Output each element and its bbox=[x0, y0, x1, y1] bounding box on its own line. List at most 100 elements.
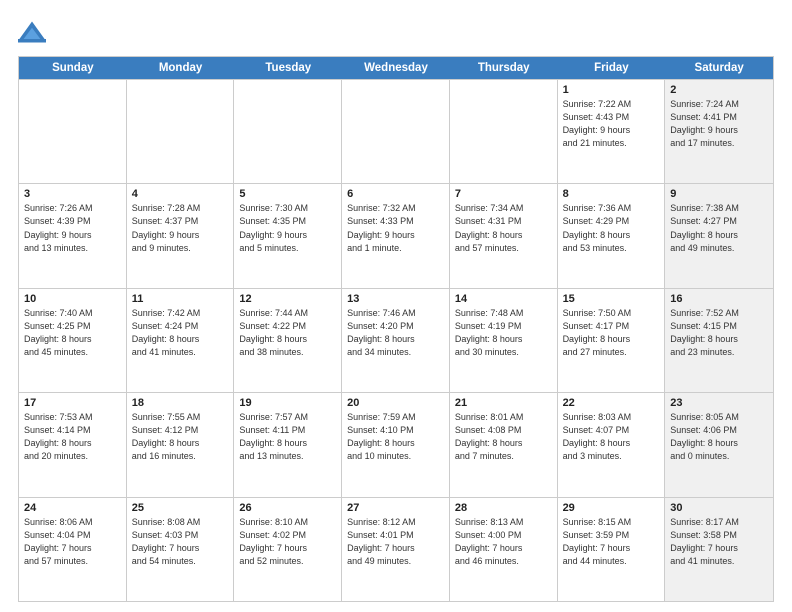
day-info: Sunrise: 7:44 AM Sunset: 4:22 PM Dayligh… bbox=[239, 307, 336, 359]
cal-cell-0-1 bbox=[127, 80, 235, 183]
day-info: Sunrise: 7:46 AM Sunset: 4:20 PM Dayligh… bbox=[347, 307, 444, 359]
cal-cell-2-0: 10 Sunrise: 7:40 AM Sunset: 4:25 PM Dayli… bbox=[19, 289, 127, 392]
cal-cell-0-6: 2 Sunrise: 7:24 AM Sunset: 4:41 PM Daylig… bbox=[665, 80, 773, 183]
day-info: Sunrise: 7:34 AM Sunset: 4:31 PM Dayligh… bbox=[455, 202, 552, 254]
day-number: 14 bbox=[455, 293, 552, 305]
cal-cell-3-5: 22Sunrise: 8:03 AM Sunset: 4:07 PM Dayli… bbox=[558, 393, 666, 496]
header-sunday: Sunday bbox=[19, 57, 127, 79]
header-thursday: Thursday bbox=[450, 57, 558, 79]
cal-cell-0-3 bbox=[342, 80, 450, 183]
cal-cell-1-5: 8Sunrise: 7:36 AM Sunset: 4:29 PM Daylig… bbox=[558, 184, 666, 287]
cal-cell-1-0: 3Sunrise: 7:26 AM Sunset: 4:39 PM Daylig… bbox=[19, 184, 127, 287]
cal-cell-1-2: 5 Sunrise: 7:30 AM Sunset: 4:35 PM Daylig… bbox=[234, 184, 342, 287]
week-row-1: 1 Sunrise: 7:22 AM Sunset: 4:43 PM Daylig… bbox=[19, 79, 773, 183]
cal-cell-1-1: 4 Sunrise: 7:28 AM Sunset: 4:37 PM Daylig… bbox=[127, 184, 235, 287]
week-row-2: 3Sunrise: 7:26 AM Sunset: 4:39 PM Daylig… bbox=[19, 183, 773, 287]
cal-cell-0-4 bbox=[450, 80, 558, 183]
day-info: Sunrise: 7:32 AM Sunset: 4:33 PM Dayligh… bbox=[347, 202, 444, 254]
cal-cell-4-5: 29Sunrise: 8:15 AM Sunset: 3:59 PM Dayli… bbox=[558, 498, 666, 601]
logo bbox=[18, 18, 50, 46]
cal-cell-1-4: 7 Sunrise: 7:34 AM Sunset: 4:31 PM Daylig… bbox=[450, 184, 558, 287]
week-row-5: 24 Sunrise: 8:06 AM Sunset: 4:04 PM Dayli… bbox=[19, 497, 773, 601]
day-info: Sunrise: 7:52 AM Sunset: 4:15 PM Dayligh… bbox=[670, 307, 768, 359]
day-number: 16 bbox=[670, 293, 768, 305]
header bbox=[18, 18, 774, 46]
day-number: 25 bbox=[132, 502, 229, 514]
cal-cell-0-2 bbox=[234, 80, 342, 183]
cal-cell-3-2: 19 Sunrise: 7:57 AM Sunset: 4:11 PM Dayli… bbox=[234, 393, 342, 496]
day-number: 24 bbox=[24, 502, 121, 514]
day-info: Sunrise: 7:40 AM Sunset: 4:25 PM Dayligh… bbox=[24, 307, 121, 359]
cal-cell-2-3: 13 Sunrise: 7:46 AM Sunset: 4:20 PM Dayli… bbox=[342, 289, 450, 392]
day-number: 15 bbox=[563, 293, 660, 305]
day-number: 29 bbox=[563, 502, 660, 514]
day-number: 17 bbox=[24, 397, 121, 409]
cal-cell-3-4: 21 Sunrise: 8:01 AM Sunset: 4:08 PM Dayli… bbox=[450, 393, 558, 496]
day-info: Sunrise: 7:48 AM Sunset: 4:19 PM Dayligh… bbox=[455, 307, 552, 359]
day-info: Sunrise: 8:05 AM Sunset: 4:06 PM Dayligh… bbox=[670, 411, 768, 463]
day-info: Sunrise: 7:53 AM Sunset: 4:14 PM Dayligh… bbox=[24, 411, 121, 463]
day-info: Sunrise: 7:38 AM Sunset: 4:27 PM Dayligh… bbox=[670, 202, 768, 254]
day-info: Sunrise: 7:57 AM Sunset: 4:11 PM Dayligh… bbox=[239, 411, 336, 463]
day-info: Sunrise: 7:24 AM Sunset: 4:41 PM Dayligh… bbox=[670, 98, 768, 150]
cal-cell-3-3: 20 Sunrise: 7:59 AM Sunset: 4:10 PM Dayli… bbox=[342, 393, 450, 496]
cal-cell-4-1: 25 Sunrise: 8:08 AM Sunset: 4:03 PM Dayli… bbox=[127, 498, 235, 601]
header-monday: Monday bbox=[127, 57, 235, 79]
day-number: 26 bbox=[239, 502, 336, 514]
cal-cell-0-0 bbox=[19, 80, 127, 183]
day-number: 19 bbox=[239, 397, 336, 409]
day-number: 2 bbox=[670, 84, 768, 96]
week-row-3: 10 Sunrise: 7:40 AM Sunset: 4:25 PM Dayli… bbox=[19, 288, 773, 392]
day-number: 28 bbox=[455, 502, 552, 514]
cal-cell-3-1: 18Sunrise: 7:55 AM Sunset: 4:12 PM Dayli… bbox=[127, 393, 235, 496]
day-info: Sunrise: 7:22 AM Sunset: 4:43 PM Dayligh… bbox=[563, 98, 660, 150]
day-info: Sunrise: 8:06 AM Sunset: 4:04 PM Dayligh… bbox=[24, 516, 121, 568]
day-info: Sunrise: 7:59 AM Sunset: 4:10 PM Dayligh… bbox=[347, 411, 444, 463]
day-number: 13 bbox=[347, 293, 444, 305]
day-number: 4 bbox=[132, 188, 229, 200]
day-number: 8 bbox=[563, 188, 660, 200]
cal-cell-1-3: 6 Sunrise: 7:32 AM Sunset: 4:33 PM Daylig… bbox=[342, 184, 450, 287]
day-number: 21 bbox=[455, 397, 552, 409]
day-info: Sunrise: 7:50 AM Sunset: 4:17 PM Dayligh… bbox=[563, 307, 660, 359]
day-number: 20 bbox=[347, 397, 444, 409]
cal-cell-0-5: 1 Sunrise: 7:22 AM Sunset: 4:43 PM Daylig… bbox=[558, 80, 666, 183]
day-info: Sunrise: 8:10 AM Sunset: 4:02 PM Dayligh… bbox=[239, 516, 336, 568]
day-number: 10 bbox=[24, 293, 121, 305]
day-number: 23 bbox=[670, 397, 768, 409]
day-number: 11 bbox=[132, 293, 229, 305]
day-info: Sunrise: 8:03 AM Sunset: 4:07 PM Dayligh… bbox=[563, 411, 660, 463]
day-info: Sunrise: 7:28 AM Sunset: 4:37 PM Dayligh… bbox=[132, 202, 229, 254]
cal-cell-4-0: 24 Sunrise: 8:06 AM Sunset: 4:04 PM Dayli… bbox=[19, 498, 127, 601]
cal-cell-4-4: 28 Sunrise: 8:13 AM Sunset: 4:00 PM Dayli… bbox=[450, 498, 558, 601]
page: Sunday Monday Tuesday Wednesday Thursday… bbox=[0, 0, 792, 612]
day-number: 6 bbox=[347, 188, 444, 200]
day-info: Sunrise: 8:01 AM Sunset: 4:08 PM Dayligh… bbox=[455, 411, 552, 463]
day-number: 30 bbox=[670, 502, 768, 514]
cal-cell-2-2: 12 Sunrise: 7:44 AM Sunset: 4:22 PM Dayli… bbox=[234, 289, 342, 392]
day-info: Sunrise: 8:12 AM Sunset: 4:01 PM Dayligh… bbox=[347, 516, 444, 568]
day-number: 27 bbox=[347, 502, 444, 514]
day-info: Sunrise: 7:42 AM Sunset: 4:24 PM Dayligh… bbox=[132, 307, 229, 359]
day-info: Sunrise: 8:08 AM Sunset: 4:03 PM Dayligh… bbox=[132, 516, 229, 568]
day-info: Sunrise: 7:30 AM Sunset: 4:35 PM Dayligh… bbox=[239, 202, 336, 254]
logo-icon bbox=[18, 18, 46, 46]
header-saturday: Saturday bbox=[665, 57, 773, 79]
cal-cell-4-2: 26 Sunrise: 8:10 AM Sunset: 4:02 PM Dayli… bbox=[234, 498, 342, 601]
day-info: Sunrise: 8:13 AM Sunset: 4:00 PM Dayligh… bbox=[455, 516, 552, 568]
day-number: 1 bbox=[563, 84, 660, 96]
calendar: Sunday Monday Tuesday Wednesday Thursday… bbox=[18, 56, 774, 602]
calendar-header: Sunday Monday Tuesday Wednesday Thursday… bbox=[19, 57, 773, 79]
week-row-4: 17 Sunrise: 7:53 AM Sunset: 4:14 PM Dayli… bbox=[19, 392, 773, 496]
cal-cell-4-6: 30 Sunrise: 8:17 AM Sunset: 3:58 PM Dayli… bbox=[665, 498, 773, 601]
day-info: Sunrise: 8:17 AM Sunset: 3:58 PM Dayligh… bbox=[670, 516, 768, 568]
calendar-body: 1 Sunrise: 7:22 AM Sunset: 4:43 PM Daylig… bbox=[19, 79, 773, 601]
day-number: 7 bbox=[455, 188, 552, 200]
day-number: 12 bbox=[239, 293, 336, 305]
header-friday: Friday bbox=[558, 57, 666, 79]
cal-cell-2-1: 11 Sunrise: 7:42 AM Sunset: 4:24 PM Dayli… bbox=[127, 289, 235, 392]
day-number: 5 bbox=[239, 188, 336, 200]
day-number: 3 bbox=[24, 188, 121, 200]
header-tuesday: Tuesday bbox=[234, 57, 342, 79]
cal-cell-3-6: 23 Sunrise: 8:05 AM Sunset: 4:06 PM Dayli… bbox=[665, 393, 773, 496]
